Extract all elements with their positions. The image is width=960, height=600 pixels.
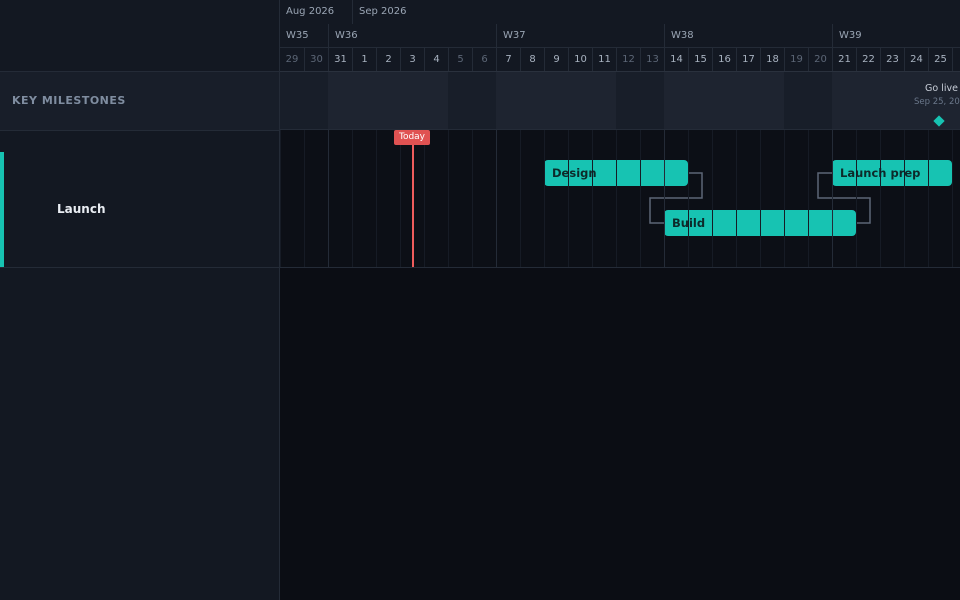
sidebar: KEY MILESTONES Launch: [0, 0, 280, 600]
day-cell: 22: [856, 48, 880, 71]
day-cell: 12: [616, 48, 640, 71]
week-cell: W39: [832, 24, 960, 47]
week-header: W35 W36 W37 W38 W39: [280, 24, 960, 48]
grid-line: [376, 130, 377, 267]
day-cell: 16: [712, 48, 736, 71]
day-cell: 23: [880, 48, 904, 71]
day-cell: 1: [352, 48, 376, 71]
grid-line: [856, 130, 857, 267]
day-cell: 20: [808, 48, 832, 71]
week-cell: W35: [286, 30, 309, 41]
grid-line: [400, 130, 401, 267]
day-cell: 5: [448, 48, 472, 71]
day-cell: 17: [736, 48, 760, 71]
task-grid: Design Build Launch prep: [280, 130, 960, 268]
sidebar-header-spacer: [0, 0, 279, 72]
group-label: Launch: [57, 202, 106, 216]
grid-line: [592, 130, 593, 267]
grid-line: [904, 130, 905, 267]
key-milestones-label: KEY MILESTONES: [0, 72, 279, 131]
day-cell: 31: [328, 48, 352, 71]
milestone-date: Sep 25, 2026: [914, 97, 960, 107]
day-cell: 25: [928, 48, 952, 71]
day-cell: 11: [592, 48, 616, 71]
month-cell: Aug 2026: [286, 6, 335, 17]
day-cell: 21: [832, 48, 856, 71]
week-cell: W38: [664, 24, 832, 47]
day-cell: 13: [640, 48, 664, 71]
grid-line: [568, 130, 569, 267]
week-cell: W37: [496, 24, 664, 47]
grid-line: [760, 130, 761, 267]
day-cell: 14: [664, 48, 688, 71]
grid-line: [784, 130, 785, 267]
grid-line: [424, 130, 425, 267]
milestone-label: Go live: [925, 83, 958, 94]
dependency-connectors: [649, 169, 871, 227]
day-cell: 4: [424, 48, 448, 71]
grid-line: [832, 130, 833, 267]
grid-line: [880, 130, 881, 267]
day-cell: 19: [784, 48, 808, 71]
day-cell: 8: [520, 48, 544, 71]
grid-line: [544, 130, 545, 267]
day-cell: 18: [760, 48, 784, 71]
day-cell: 6: [472, 48, 496, 71]
milestone-band: Go live Sep 25, 2026: [280, 72, 960, 130]
day-cell: 10: [568, 48, 592, 71]
today-line: [412, 130, 414, 267]
grid-line: [616, 130, 617, 267]
grid-line: [496, 130, 497, 267]
week-cell: W36: [328, 24, 496, 47]
grid-line: [640, 130, 641, 267]
grid-line: [520, 130, 521, 267]
day-cell: 2: [952, 48, 960, 71]
task-bar-launch-prep[interactable]: Launch prep: [832, 160, 952, 186]
day-cell: 2: [376, 48, 400, 71]
timeline: Aug 2026 Sep 2026 W35 W36 W37 W38 W39 29…: [280, 0, 960, 600]
grid-line: [472, 130, 473, 267]
group-row-launch[interactable]: Launch: [0, 130, 279, 268]
day-cell: 15: [688, 48, 712, 71]
day-cell: 9: [544, 48, 568, 71]
day-header: 29 30 31 1 2 3 4 5 6 7 8 9 10 11 12 13 14 15 16 17 18 19 20 21 2…: [280, 48, 960, 72]
group-accent-bar: [0, 152, 4, 267]
day-cell: 30: [304, 48, 328, 71]
grid-line: [664, 130, 665, 267]
grid-line: [712, 130, 713, 267]
day-cell: 7: [496, 48, 520, 71]
grid-line: [352, 130, 353, 267]
grid-line: [928, 130, 929, 267]
month-header: Aug 2026 Sep 2026: [280, 0, 960, 25]
day-cell: 3: [400, 48, 424, 71]
day-cell: 24: [904, 48, 928, 71]
today-marker[interactable]: Today: [394, 130, 430, 145]
month-cell: Sep 2026: [352, 0, 960, 24]
grid-line: [448, 130, 449, 267]
grid-line: [280, 130, 281, 267]
grid-line: [736, 130, 737, 267]
grid-line: [808, 130, 809, 267]
grid-line: [952, 130, 953, 267]
grid-line: [304, 130, 305, 267]
grid-line: [688, 130, 689, 267]
day-cell: 29: [285, 54, 299, 65]
grid-line: [328, 130, 329, 267]
